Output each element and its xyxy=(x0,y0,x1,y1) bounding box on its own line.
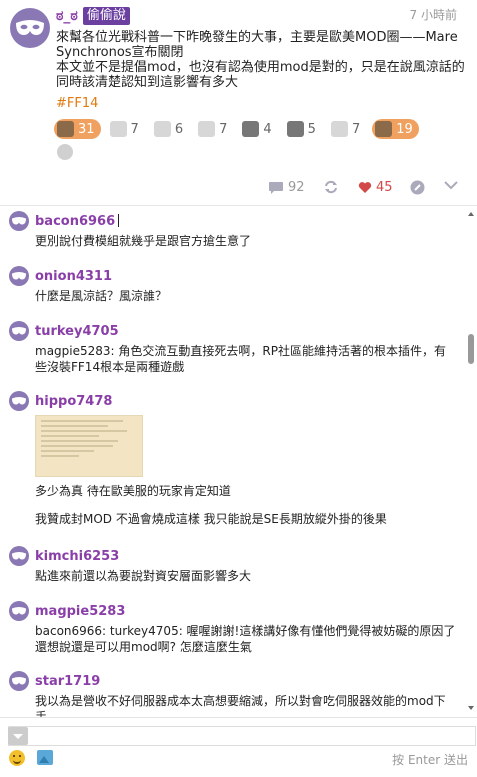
post-body: 來幫各位光戰科普一下昨晚發生的大事，主要是歐美MOD圈——Mare Synchr… xyxy=(56,30,465,90)
reaction-count: 4 xyxy=(263,121,272,137)
post-body-line: 來幫各位光戰科普一下昨晚發生的大事，主要是歐美MOD圈——Mare xyxy=(56,30,458,45)
expand-post-button[interactable] xyxy=(444,180,458,190)
commenter-avatar[interactable] xyxy=(9,601,29,621)
link-icon xyxy=(410,180,425,195)
comment-line: magpie5283: 角色交流互動直接死去啊，RP社區能維持活著的根本插件，有 xyxy=(35,344,446,358)
reaction-count: 7 xyxy=(351,121,361,137)
reaction-meme[interactable]: 4 xyxy=(239,119,277,139)
link-button[interactable] xyxy=(410,180,425,195)
comment-list[interactable]: bacon6966 更別說付費模組就幾乎是跟官方搶生意了 onion4311 什… xyxy=(0,205,477,717)
face-reaction-icon xyxy=(286,121,304,137)
commenter-name[interactable]: turkey4705 xyxy=(35,324,119,339)
scrollbar-thumb[interactable] xyxy=(468,334,474,364)
comment-line: 手 xyxy=(35,710,48,717)
scroll-up-arrow-icon[interactable] xyxy=(468,212,474,216)
post-body-line: Synchronos宣布關閉 xyxy=(56,45,184,60)
author-tag[interactable]: 偷偷說 xyxy=(82,7,130,25)
post-author: ಠ_ಠ 偷偷說 xyxy=(56,7,130,25)
like-count: 45 xyxy=(376,180,393,195)
commenter-avatar[interactable] xyxy=(9,391,29,411)
meme-reaction-icon xyxy=(242,121,260,137)
comment-line: 什麼是風涼話？風涼誰？ xyxy=(35,289,168,303)
image-upload-icon[interactable] xyxy=(37,750,53,765)
repost-icon xyxy=(325,180,337,194)
emoji-icon[interactable] xyxy=(9,750,25,766)
post: ಠ_ಠ 偷偷說 7 小時前 來幫各位光戰科普一下昨晚發生的大事，主要是歐美MOD… xyxy=(0,0,477,205)
comment-line: 還想說還是可以用mod啊? 怎麼這麼生氣 xyxy=(35,640,252,654)
bubble-reaction-icon xyxy=(330,121,348,137)
sticker-reaction-icon xyxy=(375,121,393,137)
post-time: 7 小時前 xyxy=(409,8,457,22)
comment-line: 點進來前還以為要說對資安層面影響多大 xyxy=(35,569,252,583)
comment-text: magpie5283: 角色交流互動直接死去啊，RP社區能維持活著的根本插件，有… xyxy=(35,343,455,375)
reaction-sticker[interactable]: 19 xyxy=(372,119,419,139)
commenter-name[interactable]: onion4311 xyxy=(35,269,112,284)
post-actions: 92 45 xyxy=(268,180,468,198)
add-reaction-button[interactable] xyxy=(54,142,79,162)
comment-count-button[interactable]: 92 xyxy=(268,180,305,195)
heart-icon xyxy=(358,182,372,193)
commenter-avatar[interactable] xyxy=(9,671,29,691)
comment-input[interactable] xyxy=(32,727,472,745)
reaction-count: 7 xyxy=(130,121,139,137)
like-button[interactable]: 45 xyxy=(358,180,393,195)
comment-line: 更別說付費模組就幾乎是跟官方搶生意了 xyxy=(35,234,252,248)
share-button[interactable] xyxy=(323,180,339,194)
laugh-reaction-icon xyxy=(57,121,74,137)
author-nickname[interactable]: ಠ_ಠ xyxy=(56,8,78,24)
commenter-name[interactable]: star1719 xyxy=(35,674,100,689)
comment-text: 什麼是風涼話？風涼誰？ xyxy=(35,288,455,304)
reaction-count: 5 xyxy=(307,121,316,137)
commenter-name[interactable]: bacon6966 xyxy=(35,214,120,229)
reaction-bubble[interactable]: 7 xyxy=(328,119,366,139)
shock-reaction-icon xyxy=(153,121,171,137)
commenter-avatar[interactable] xyxy=(9,266,29,286)
comment-text: 我以為是營收不好伺服器成本太高想要縮減，所以對會吃伺服器效能的mod下 手 xyxy=(35,693,455,717)
post-body-line: 同時該清楚認知到這影響有多大 xyxy=(56,75,239,90)
reaction-laugh[interactable]: 31 xyxy=(54,119,101,139)
reaction-count: 7 xyxy=(219,121,228,137)
post-body-line: 本文並不是提倡mod，也沒有認為使用mod是對的，只是在說風涼話的 xyxy=(56,60,465,75)
commenter-name[interactable]: hippo7478 xyxy=(35,394,112,409)
commenter-name[interactable]: magpie5283 xyxy=(35,604,125,619)
send-hint: 按 Enter 送出 xyxy=(392,753,468,767)
comment-text: 更別說付費模組就幾乎是跟官方搶生意了 xyxy=(35,233,455,249)
comment-text: 多少為真 待在歐美服的玩家肯定知道 我贊成封MOD 不過會燒成這樣 我只能說是S… xyxy=(35,483,455,527)
reaction-face[interactable]: 5 xyxy=(284,119,322,139)
reaction-ghost[interactable]: 7 xyxy=(195,119,233,139)
scroll-down-arrow-icon[interactable] xyxy=(468,706,474,710)
commenter-name[interactable]: kimchi6253 xyxy=(35,549,119,564)
comment-line: 多少為真 待在歐美服的玩家肯定知道 xyxy=(35,484,231,498)
commenter-avatar[interactable] xyxy=(9,321,29,341)
comment-line: 我贊成封MOD 不過會燒成這樣 我只能說是SE長期放縱外掛的後果 xyxy=(35,512,387,526)
reaction-count: 6 xyxy=(174,121,184,137)
clap-reaction-icon xyxy=(109,121,127,137)
comment-line: bacon6966: turkey4705: 喔喔謝謝!這樣講好像有懂他們覺得被… xyxy=(35,624,456,638)
reaction-shock[interactable]: 6 xyxy=(151,119,189,139)
comment-image-thumbnail[interactable] xyxy=(35,415,143,477)
comment-line xyxy=(35,499,455,511)
add-reaction-icon xyxy=(57,144,73,160)
comment-line: 我以為是營收不好伺服器成本太高想要縮減，所以對會吃伺服器效能的mod下 xyxy=(35,694,446,708)
text-cursor xyxy=(118,214,120,227)
post-hashtag[interactable]: #FF14 xyxy=(56,96,98,111)
author-avatar[interactable] xyxy=(10,8,50,48)
comment-line: 些沒裝FF14根本是兩種遊戲 xyxy=(35,360,185,374)
comment-icon xyxy=(269,181,283,194)
comment-input-bar: 按 Enter 送出 xyxy=(0,717,477,777)
expand-input-button[interactable] xyxy=(8,727,28,745)
comment-count: 92 xyxy=(288,180,305,195)
commenter-avatar[interactable] xyxy=(9,211,29,231)
comment-scrollbar[interactable] xyxy=(466,206,477,716)
reaction-count: 31 xyxy=(78,121,95,137)
chevron-down-icon xyxy=(444,181,458,190)
reaction-count: 19 xyxy=(396,121,413,137)
commenter-avatar[interactable] xyxy=(9,546,29,566)
comment-text: 點進來前還以為要說對資安層面影響多大 xyxy=(35,568,455,584)
reaction-bar: 31 7 6 7 4 5 7 19 xyxy=(54,119,434,162)
comment-text: bacon6966: turkey4705: 喔喔謝謝!這樣講好像有懂他們覺得被… xyxy=(35,623,455,655)
reaction-clap[interactable]: 7 xyxy=(107,119,145,139)
ghost-reaction-icon xyxy=(198,121,216,137)
